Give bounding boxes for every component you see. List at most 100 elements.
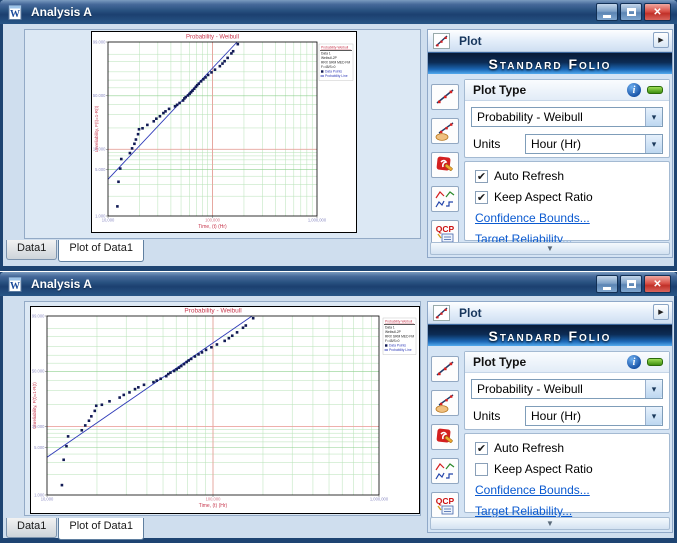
tab-data1[interactable]: Data1: [6, 518, 57, 538]
chevron-down-icon: ▼: [546, 245, 554, 253]
auto-refresh-row: ✔ Auto Refresh: [475, 169, 669, 183]
publish-plot-button[interactable]: [431, 390, 459, 416]
keep-aspect-ratio-checkbox[interactable]: ✔: [475, 191, 488, 204]
panel-title: Plot: [459, 34, 482, 48]
svg-text:50.000: 50.000: [93, 93, 106, 98]
plot-icon: [433, 305, 450, 321]
publish-plot-button[interactable]: [431, 118, 459, 144]
plot-button[interactable]: [431, 356, 459, 382]
auto-refresh-label: Auto Refresh: [494, 169, 564, 183]
keep-aspect-row: ✔ Keep Aspect Ratio: [475, 190, 669, 204]
svg-text:1,000,000: 1,000,000: [308, 218, 327, 223]
keep-aspect-label: Keep Aspect Ratio: [494, 462, 593, 476]
minimize-icon: [603, 15, 611, 18]
plot-setup-button[interactable]: [431, 458, 459, 484]
plot-type-header: Plot Type i: [465, 80, 669, 101]
plot-type-select[interactable]: Probability - Weibull ▾: [471, 379, 663, 399]
plot-type-header: Plot Type i: [465, 352, 669, 373]
svg-text:1,000,000: 1,000,000: [370, 497, 389, 502]
close-button[interactable]: ✕: [644, 3, 671, 21]
svg-text:Data 1: Data 1: [321, 52, 331, 56]
auto-refresh-checkbox[interactable]: ✔: [475, 442, 488, 455]
window-analysis-a-top: W Analysis A ✕ 99.00050.00010.0005.0001.…: [0, 0, 677, 271]
folio-icon: W: [8, 5, 23, 20]
info-icon[interactable]: i: [627, 83, 641, 97]
units-label: Units: [473, 137, 525, 151]
rs-draw-button[interactable]: [431, 152, 459, 178]
panel-content: QCP Plot Type i Probability - Weibull ▾ …: [428, 346, 672, 532]
keep-aspect-label: Keep Aspect Ratio: [494, 190, 593, 204]
svg-text:QCP: QCP: [436, 224, 455, 234]
target-reliability-link[interactable]: Target Reliability...: [475, 504, 669, 518]
plot-options-group: ✔ Auto Refresh ✔ Keep Aspect Ratio Confi…: [464, 161, 670, 241]
plot-type-select[interactable]: Probability - Weibull ▾: [471, 107, 663, 127]
chevron-down-icon[interactable]: ▾: [645, 135, 662, 153]
rs-draw-button[interactable]: [431, 424, 459, 450]
svg-text:Probability-Weibull: Probability-Weibull: [321, 46, 349, 50]
panel-expand-button[interactable]: ▶: [653, 32, 669, 48]
svg-text:RRX SRM MED FM: RRX SRM MED FM: [321, 61, 350, 65]
svg-text:W: W: [10, 281, 20, 292]
maximize-button[interactable]: [620, 3, 642, 21]
plot-button[interactable]: [431, 84, 459, 110]
weibull-plot[interactable]: 99.00050.00010.0005.0001.00010,000100,00…: [91, 31, 357, 233]
chevron-down-icon[interactable]: ▾: [645, 380, 662, 398]
panel-collapse-button[interactable]: ▼: [430, 242, 670, 255]
svg-text:W: W: [10, 9, 20, 20]
plot-type-value: Probability - Weibull: [472, 382, 645, 396]
svg-text:5.000: 5.000: [95, 167, 106, 172]
tab-plot-of-data1[interactable]: Plot of Data1: [58, 518, 144, 540]
window-title: Analysis A: [31, 5, 92, 19]
maximize-button[interactable]: [620, 275, 642, 293]
keep-aspect-ratio-checkbox[interactable]: [475, 463, 488, 476]
svg-text:F=45/S=0: F=45/S=0: [321, 65, 336, 69]
svg-text:99.000: 99.000: [32, 313, 45, 318]
units-select[interactable]: Hour (Hr) ▾: [525, 406, 663, 426]
svg-text:Time, (t) (Hr): Time, (t) (Hr): [199, 503, 228, 509]
standard-folio-banner: Standard Folio: [428, 52, 672, 74]
tab-plot-of-data1[interactable]: Plot of Data1: [58, 240, 144, 262]
svg-text:Probability Line: Probability Line: [389, 348, 412, 352]
confidence-bounds-link[interactable]: Confidence Bounds...: [475, 483, 669, 497]
qcp-button[interactable]: QCP: [431, 492, 459, 518]
titlebar[interactable]: W Analysis A ✕: [0, 0, 677, 24]
chevron-down-icon[interactable]: ▾: [645, 108, 662, 126]
legend-toggle-icon[interactable]: [647, 358, 663, 366]
svg-text:Probability - Weibull: Probability - Weibull: [186, 35, 239, 41]
units-row: Units Hour (Hr) ▾: [473, 134, 663, 154]
plot-sheet: 99.00050.00010.0005.0001.00010,000100,00…: [24, 301, 421, 516]
panel-collapse-button[interactable]: ▼: [430, 517, 670, 530]
svg-text:10,000: 10,000: [102, 218, 115, 223]
weibull-plot[interactable]: 99.00050.00010.0005.0001.00010,000100,00…: [30, 306, 420, 514]
titlebar[interactable]: W Analysis A ✕: [0, 272, 677, 296]
svg-text:Weibull-2P: Weibull-2P: [321, 56, 338, 60]
svg-text:Probability - Weibull: Probability - Weibull: [184, 308, 242, 315]
plot-setup-button[interactable]: [431, 186, 459, 212]
tab-bar: Data1 Plot of Data1: [6, 518, 145, 540]
minimize-icon: [603, 287, 611, 290]
units-row: Units Hour (Hr) ▾: [473, 406, 663, 426]
svg-text:Time, (t) (Hr): Time, (t) (Hr): [198, 224, 227, 230]
svg-text:10,000: 10,000: [41, 497, 54, 502]
confidence-bounds-link[interactable]: Confidence Bounds...: [475, 211, 669, 225]
minimize-button[interactable]: [596, 3, 618, 21]
tab-data1[interactable]: Data1: [6, 240, 57, 260]
svg-text:5.000: 5.000: [34, 445, 45, 450]
chevron-down-icon[interactable]: ▾: [645, 407, 662, 425]
svg-text:99.000: 99.000: [93, 39, 106, 44]
window-analysis-a-bottom: W Analysis A ✕ 99.00050.00010.0005.0001.…: [0, 272, 677, 543]
units-select[interactable]: Hour (Hr) ▾: [525, 134, 663, 154]
svg-text:Weibull-2P: Weibull-2P: [385, 330, 402, 334]
plot-type-value: Probability - Weibull: [472, 110, 645, 124]
info-icon[interactable]: i: [627, 355, 641, 369]
standard-folio-banner: Standard Folio: [428, 324, 672, 346]
panel-expand-button[interactable]: ▶: [653, 304, 669, 320]
auto-refresh-row: ✔ Auto Refresh: [475, 441, 669, 455]
legend-toggle-icon[interactable]: [647, 86, 663, 94]
svg-text:100,000: 100,000: [205, 218, 221, 223]
auto-refresh-checkbox[interactable]: ✔: [475, 170, 488, 183]
svg-text:Unreliability, F(t)=1-R(t): Unreliability, F(t)=1-R(t): [32, 382, 37, 429]
close-button[interactable]: ✕: [644, 275, 671, 293]
units-label: Units: [473, 409, 525, 423]
minimize-button[interactable]: [596, 275, 618, 293]
